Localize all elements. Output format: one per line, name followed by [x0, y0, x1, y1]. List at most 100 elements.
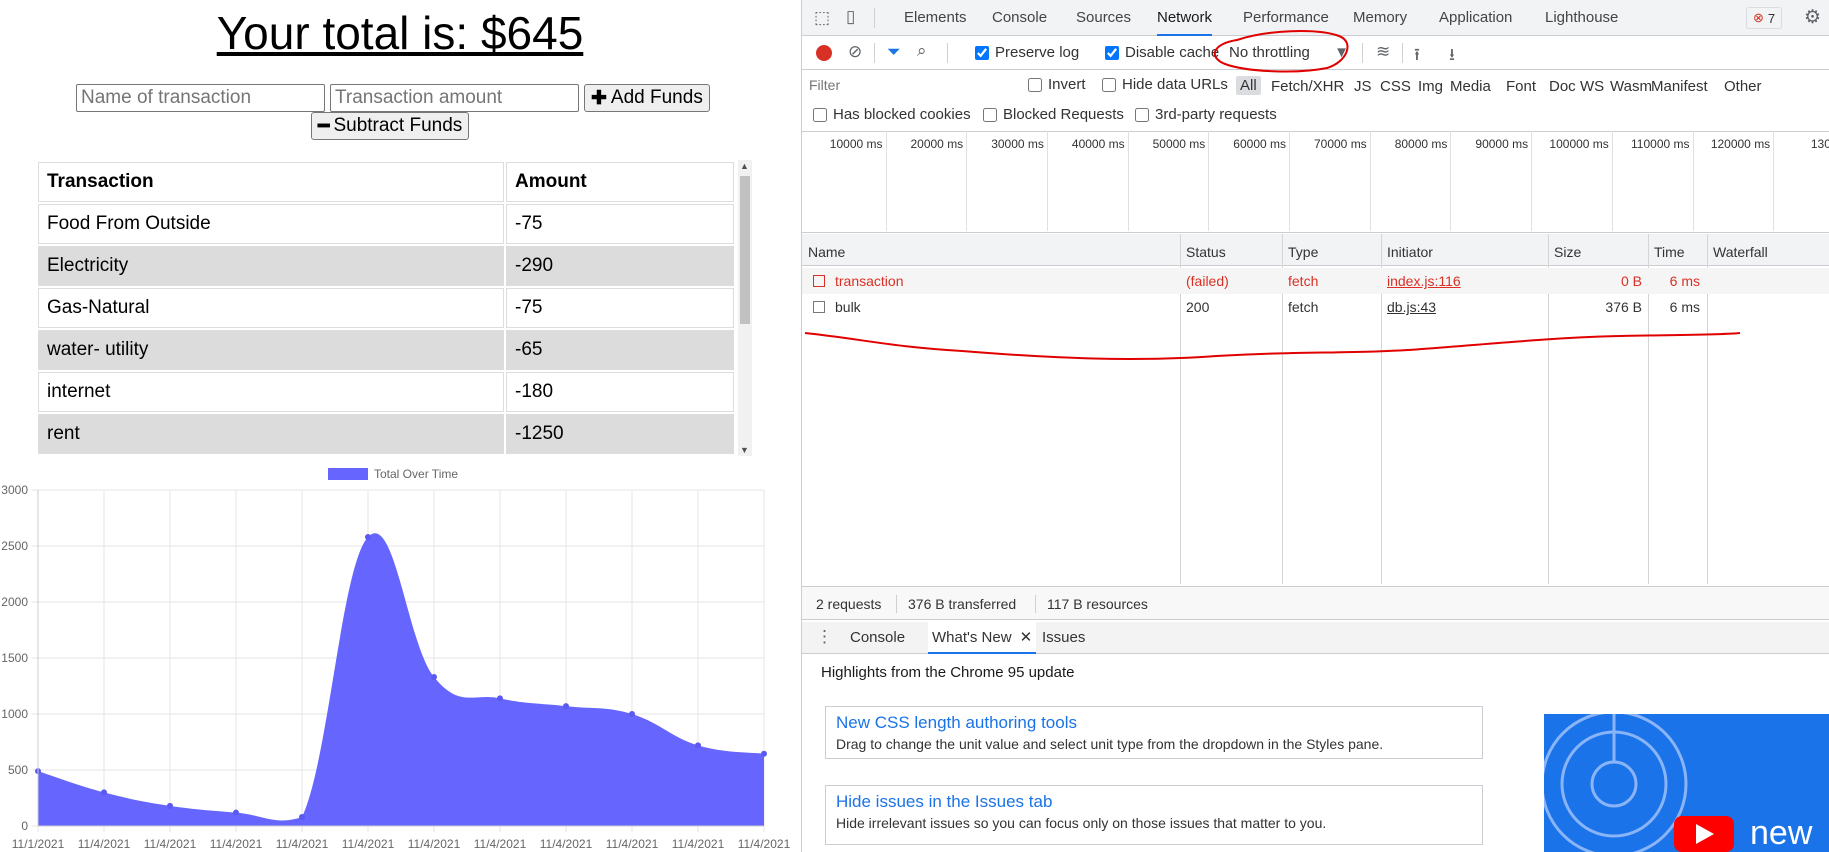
- network-conditions-icon[interactable]: ≋: [1376, 42, 1390, 62]
- column-header-initiator[interactable]: Initiator: [1387, 244, 1433, 260]
- third-party-requests-checkbox[interactable]: 3rd-party requests: [1135, 106, 1277, 123]
- filter-icon[interactable]: ⏷: [887, 42, 901, 62]
- type-filter-wasm[interactable]: Wasm: [1610, 78, 1652, 95]
- request-type: fetch: [1288, 273, 1319, 289]
- table-row: rent -1250: [38, 414, 734, 454]
- timeline-tick: 120000 ms: [1694, 131, 1775, 231]
- column-header-size[interactable]: Size: [1554, 244, 1581, 260]
- document-icon: [813, 301, 825, 313]
- red-annotation-circle: [1213, 30, 1349, 73]
- type-filter-css[interactable]: CSS: [1380, 78, 1411, 95]
- card-description: Drag to change the unit value and select…: [836, 736, 1384, 752]
- inspect-element-icon[interactable]: ⬚: [814, 8, 830, 28]
- table-row: internet -180: [38, 372, 734, 412]
- type-filter-all[interactable]: All: [1236, 76, 1261, 95]
- type-filter-media[interactable]: Media: [1450, 78, 1491, 95]
- disable-cache-label: Disable cache: [1125, 44, 1220, 61]
- type-filter-other[interactable]: Other: [1724, 78, 1762, 95]
- filter-input[interactable]: [806, 74, 1012, 96]
- card-title[interactable]: Hide issues in the Issues tab: [836, 792, 1472, 812]
- transaction-amount-input[interactable]: [330, 84, 579, 112]
- close-icon[interactable]: ✕: [1020, 629, 1033, 646]
- scroll-down-icon[interactable]: ▼: [740, 445, 749, 455]
- import-har-icon[interactable]: ⭱: [1414, 42, 1420, 71]
- y-tick-label: 1000: [1, 707, 28, 721]
- request-initiator[interactable]: index.js:116: [1387, 273, 1461, 289]
- transaction-name-cell: Gas-Natural: [38, 288, 504, 328]
- whats-new-card[interactable]: Hide issues in the Issues tab Hide irrele…: [825, 785, 1483, 845]
- whats-new-card[interactable]: New CSS length authoring tools Drag to ch…: [825, 706, 1483, 759]
- drawer-tab-console[interactable]: Console: [850, 622, 905, 654]
- x-tick-label: 11/4/2021: [474, 837, 527, 851]
- has-blocked-cookies-check[interactable]: [813, 107, 827, 122]
- scroll-up-icon[interactable]: ▲: [740, 161, 749, 171]
- overview-timeline[interactable]: 10000 ms 20000 ms 30000 ms 40000 ms 50000 ms…: [806, 131, 1829, 231]
- device-toolbar-icon[interactable]: ▯: [846, 7, 855, 27]
- hide-data-urls-checkbox[interactable]: Hide data URLs: [1102, 76, 1228, 93]
- column-header-status[interactable]: Status: [1186, 244, 1226, 260]
- tab-memory[interactable]: Memory: [1353, 0, 1407, 36]
- column-header-type[interactable]: Type: [1288, 244, 1318, 260]
- tab-application[interactable]: Application: [1439, 0, 1512, 36]
- preserve-log-checkbox[interactable]: Preserve log: [975, 44, 1079, 61]
- transaction-amount-cell: -75: [506, 288, 734, 328]
- timeline-tick: 20000 ms: [887, 131, 968, 231]
- column-header-time[interactable]: Time: [1654, 244, 1685, 260]
- disable-cache-checkbox[interactable]: Disable cache: [1105, 44, 1219, 61]
- card-title[interactable]: New CSS length authoring tools: [836, 713, 1472, 733]
- settings-gear-icon[interactable]: ⚙: [1804, 6, 1821, 29]
- invert-checkbox[interactable]: Invert: [1028, 76, 1086, 93]
- tab-elements[interactable]: Elements: [904, 0, 967, 36]
- data-point: [101, 789, 107, 796]
- has-blocked-cookies-checkbox[interactable]: Has blocked cookies: [813, 106, 971, 123]
- type-filter-doc[interactable]: Doc: [1549, 78, 1576, 95]
- tab-sources[interactable]: Sources: [1076, 0, 1131, 36]
- type-filter-manifest[interactable]: Manifest: [1651, 78, 1708, 95]
- request-row[interactable]: transaction (failed) fetch index.js:116 0 B 6…: [802, 268, 1829, 294]
- plus-icon: ✚: [591, 87, 607, 109]
- has-blocked-cookies-label: Has blocked cookies: [833, 106, 971, 123]
- preserve-log-check[interactable]: [975, 45, 989, 60]
- export-har-icon[interactable]: ⭳: [1449, 42, 1455, 71]
- area-series: [38, 533, 764, 826]
- type-filter-img[interactable]: Img: [1418, 78, 1443, 95]
- clear-icon[interactable]: ⊘: [848, 42, 862, 62]
- tab-lighthouse[interactable]: Lighthouse: [1545, 0, 1618, 36]
- type-filter-js[interactable]: JS: [1354, 78, 1372, 95]
- column-header-name[interactable]: Name: [808, 244, 845, 260]
- tab-network[interactable]: Network: [1157, 0, 1213, 36]
- whats-new-video-thumbnail[interactable]: new: [1544, 714, 1829, 852]
- type-filter-ws[interactable]: WS: [1580, 78, 1604, 95]
- disable-cache-check[interactable]: [1105, 45, 1119, 60]
- table-scrollbar[interactable]: ▲ ▼: [738, 160, 752, 456]
- request-name[interactable]: bulk: [835, 299, 861, 315]
- blocked-requests-check[interactable]: [983, 107, 997, 122]
- data-point: [233, 809, 239, 816]
- type-filter-fetch-xhr[interactable]: Fetch/XHR: [1271, 78, 1344, 95]
- total-over-time-chart: Total Over Time 0 500 1000 1500 2000 2500 3000 1…: [1, 467, 790, 851]
- subtract-funds-button[interactable]: ━ Subtract Funds: [311, 112, 470, 140]
- request-name[interactable]: transaction: [835, 273, 903, 289]
- table-scrollbar-thumb[interactable]: [740, 176, 750, 324]
- record-icon[interactable]: [816, 45, 832, 61]
- add-funds-button[interactable]: ✚ Add Funds: [584, 84, 710, 112]
- separator: [1035, 595, 1036, 613]
- more-options-icon[interactable]: ⋮: [816, 627, 833, 647]
- blocked-requests-checkbox[interactable]: Blocked Requests: [983, 106, 1124, 123]
- third-party-requests-check[interactable]: [1135, 107, 1149, 122]
- divider: [802, 232, 1829, 233]
- type-filter-font[interactable]: Font: [1506, 78, 1536, 95]
- tab-console[interactable]: Console: [992, 0, 1047, 36]
- transaction-name-input[interactable]: [76, 84, 325, 112]
- drawer-tab-issues[interactable]: Issues: [1042, 622, 1085, 654]
- column-header-waterfall[interactable]: Waterfall: [1713, 244, 1768, 260]
- error-badge[interactable]: ⊗ 7: [1746, 7, 1783, 29]
- invert-check[interactable]: [1028, 77, 1042, 92]
- x-tick-label: 11/1/2021: [12, 837, 65, 851]
- hide-data-urls-check[interactable]: [1102, 77, 1116, 92]
- request-initiator[interactable]: db.js:43: [1387, 299, 1436, 315]
- request-row[interactable]: bulk 200 fetch db.js:43 376 B 6 ms: [802, 294, 1829, 320]
- search-icon[interactable]: ⌕: [917, 41, 927, 61]
- promo-text: new: [1750, 814, 1813, 852]
- drawer-tab-what-s-new[interactable]: What's New ✕: [928, 622, 1037, 654]
